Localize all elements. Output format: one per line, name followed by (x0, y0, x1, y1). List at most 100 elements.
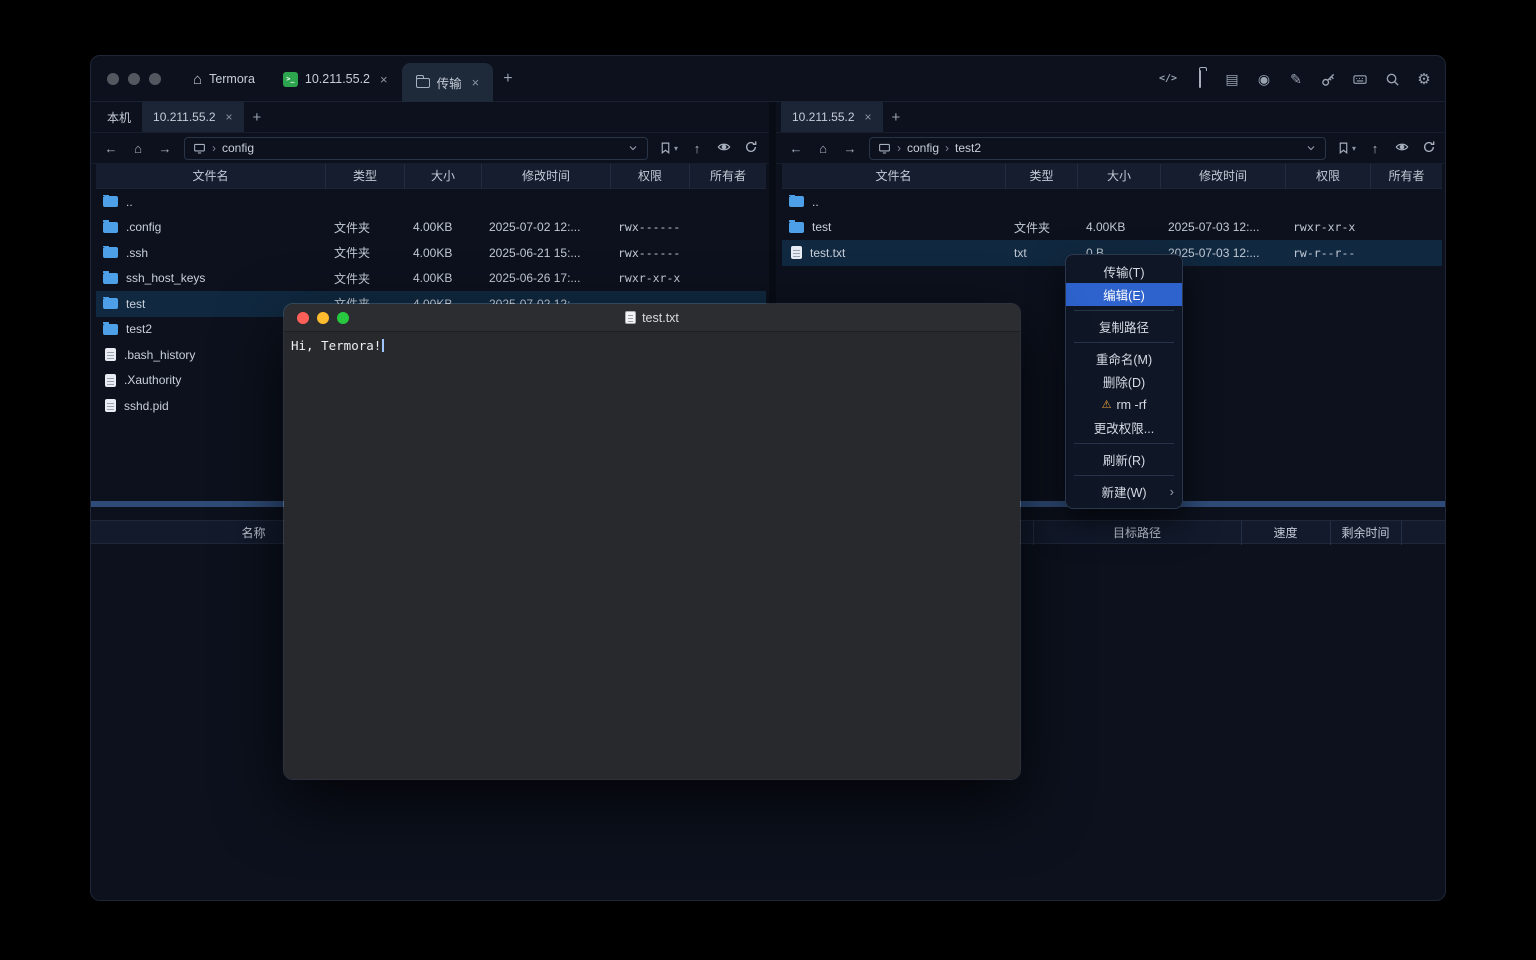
menu-item-change-permissions[interactable]: 更改权限... (1066, 416, 1182, 439)
table-row[interactable]: .. (782, 189, 1442, 215)
forward-icon[interactable]: → (842, 141, 858, 156)
submenu-arrow-icon: › (1170, 484, 1174, 499)
menu-item-refresh[interactable]: 刷新(R) (1066, 448, 1182, 471)
file-icon (105, 374, 116, 387)
chevron-down-icon[interactable] (1305, 142, 1317, 154)
record-icon[interactable]: ◉ (1255, 72, 1273, 86)
column-header-name[interactable]: 文件名 (782, 164, 1006, 189)
chevron-down-icon[interactable] (627, 142, 639, 154)
column-header-modified[interactable]: 修改时间 (1161, 164, 1286, 189)
menu-item-transfer[interactable]: 传输(T) (1066, 260, 1182, 283)
refresh-icon[interactable] (1421, 140, 1437, 157)
path-field[interactable]: › config (184, 137, 648, 160)
table-row[interactable]: ssh_host_keys 文件夹 4.00KB 2025-06-26 17:.… (96, 266, 766, 292)
editor-titlebar[interactable]: test.txt (284, 304, 1020, 332)
tab-local[interactable]: 本机 (96, 102, 142, 132)
menu-item-copy-path[interactable]: 复制路径 (1066, 315, 1182, 338)
column-header-owner[interactable]: 所有者 (690, 164, 766, 189)
close-window-button[interactable] (107, 73, 119, 85)
maximize-window-button[interactable] (337, 312, 349, 324)
menu-item-rename[interactable]: 重命名(M) (1066, 347, 1182, 370)
tab-label: 10.211.55.2 (305, 72, 370, 86)
edit-icon[interactable]: ✎ (1287, 72, 1305, 86)
left-pane-tabs: 本机 10.211.55.2 × + (91, 102, 769, 133)
home-icon[interactable]: ⌂ (815, 141, 831, 156)
parent-directory-icon[interactable]: ↑ (689, 141, 705, 156)
path-segment[interactable]: test2 (955, 141, 981, 155)
table-row[interactable]: .ssh 文件夹 4.00KB 2025-06-21 15:... rwx---… (96, 240, 766, 266)
settings-icon[interactable]: ⚙ (1415, 72, 1433, 87)
tab-ssh-session[interactable]: >_ 10.211.55.2 × (269, 56, 402, 102)
minimize-window-button[interactable] (317, 312, 329, 324)
back-icon[interactable]: ← (788, 141, 804, 156)
menu-item-edit[interactable]: 编辑(E) (1066, 283, 1182, 306)
file-modified: 2025-06-26 17:... (482, 271, 611, 285)
table-row[interactable]: .config 文件夹 4.00KB 2025-07-02 12:... rwx… (96, 215, 766, 241)
show-hidden-eye-icon[interactable] (716, 140, 732, 157)
left-pathbar: ← ⌂ → › config ▾ ↑ (91, 133, 769, 164)
column-header-type[interactable]: 类型 (326, 164, 405, 189)
close-window-button[interactable] (297, 312, 309, 324)
close-tab-icon[interactable]: × (472, 75, 480, 90)
search-icon[interactable] (1383, 72, 1401, 87)
transfer-column-target: 目标路径 (1033, 521, 1241, 545)
tab-transfer[interactable]: 传输 × (402, 63, 494, 102)
tab-remote-host[interactable]: 10.211.55.2 × (142, 102, 244, 132)
column-separator (1033, 521, 1034, 545)
column-header-owner[interactable]: 所有者 (1371, 164, 1442, 189)
table-row[interactable]: test 文件夹 4.00KB 2025-07-03 12:... rwxr-x… (782, 215, 1442, 241)
minimize-window-button[interactable] (128, 73, 140, 85)
refresh-icon[interactable] (743, 140, 759, 157)
menu-item-new[interactable]: 新建(W) › (1066, 480, 1182, 503)
new-tab-button[interactable]: + (493, 56, 522, 102)
bookmark-button[interactable]: ▾ (1337, 141, 1356, 155)
column-header-size[interactable]: 大小 (405, 164, 482, 189)
file-icon (105, 348, 116, 361)
back-icon[interactable]: ← (103, 141, 119, 156)
editor-title: test.txt (642, 311, 679, 325)
file-name: .ssh (126, 246, 148, 260)
code-icon[interactable]: </> (1159, 74, 1177, 84)
show-hidden-eye-icon[interactable] (1394, 140, 1410, 157)
log-icon[interactable]: ▤ (1223, 72, 1241, 86)
bookmark-button[interactable]: ▾ (659, 141, 678, 155)
editor-content[interactable]: Hi, Termora! (284, 332, 1020, 780)
file-type: 文件夹 (1006, 219, 1078, 236)
column-header-perm[interactable]: 权限 (1286, 164, 1371, 189)
forward-icon[interactable]: → (157, 141, 173, 156)
tab-label: 10.211.55.2 (153, 110, 216, 124)
text-caret (382, 339, 384, 352)
path-segment[interactable]: config (907, 141, 939, 155)
new-pane-tab-button[interactable]: + (883, 102, 910, 132)
close-tab-icon[interactable]: × (865, 110, 872, 124)
key-icon[interactable] (1319, 72, 1337, 87)
tab-termora[interactable]: ⌂ Termora (179, 56, 269, 102)
path-segment[interactable]: config (222, 141, 254, 155)
file-size: 4.00KB (1078, 220, 1161, 234)
file-name: test (812, 220, 831, 234)
maximize-window-button[interactable] (149, 73, 161, 85)
keyboard-icon[interactable] (1351, 72, 1369, 87)
parent-directory-icon[interactable]: ↑ (1367, 141, 1383, 156)
file-name: sshd.pid (124, 399, 169, 413)
tab-remote-host[interactable]: 10.211.55.2 × (781, 102, 883, 132)
file-perm: rwx------ (611, 246, 690, 260)
menu-item-rm-rf[interactable]: ⚠ rm -rf (1066, 393, 1182, 416)
column-header-type[interactable]: 类型 (1006, 164, 1078, 189)
folder-icon[interactable] (1191, 72, 1209, 86)
table-row[interactable]: .. (96, 189, 766, 215)
home-icon[interactable]: ⌂ (130, 141, 146, 156)
column-header-name[interactable]: 文件名 (96, 164, 326, 189)
warning-icon: ⚠ (1102, 398, 1112, 411)
path-field[interactable]: › config › test2 (869, 137, 1326, 160)
close-tab-icon[interactable]: × (226, 110, 233, 124)
column-header-perm[interactable]: 权限 (611, 164, 690, 189)
menu-item-delete[interactable]: 删除(D) (1066, 370, 1182, 393)
column-header-modified[interactable]: 修改时间 (482, 164, 611, 189)
column-header-size[interactable]: 大小 (1078, 164, 1161, 189)
menu-item-label: 新建(W) (1101, 482, 1146, 501)
new-pane-tab-button[interactable]: + (244, 102, 271, 132)
tab-label: 10.211.55.2 (792, 110, 855, 124)
file-perm: rwxr-xr-x (1286, 220, 1371, 234)
close-tab-icon[interactable]: × (380, 72, 388, 87)
